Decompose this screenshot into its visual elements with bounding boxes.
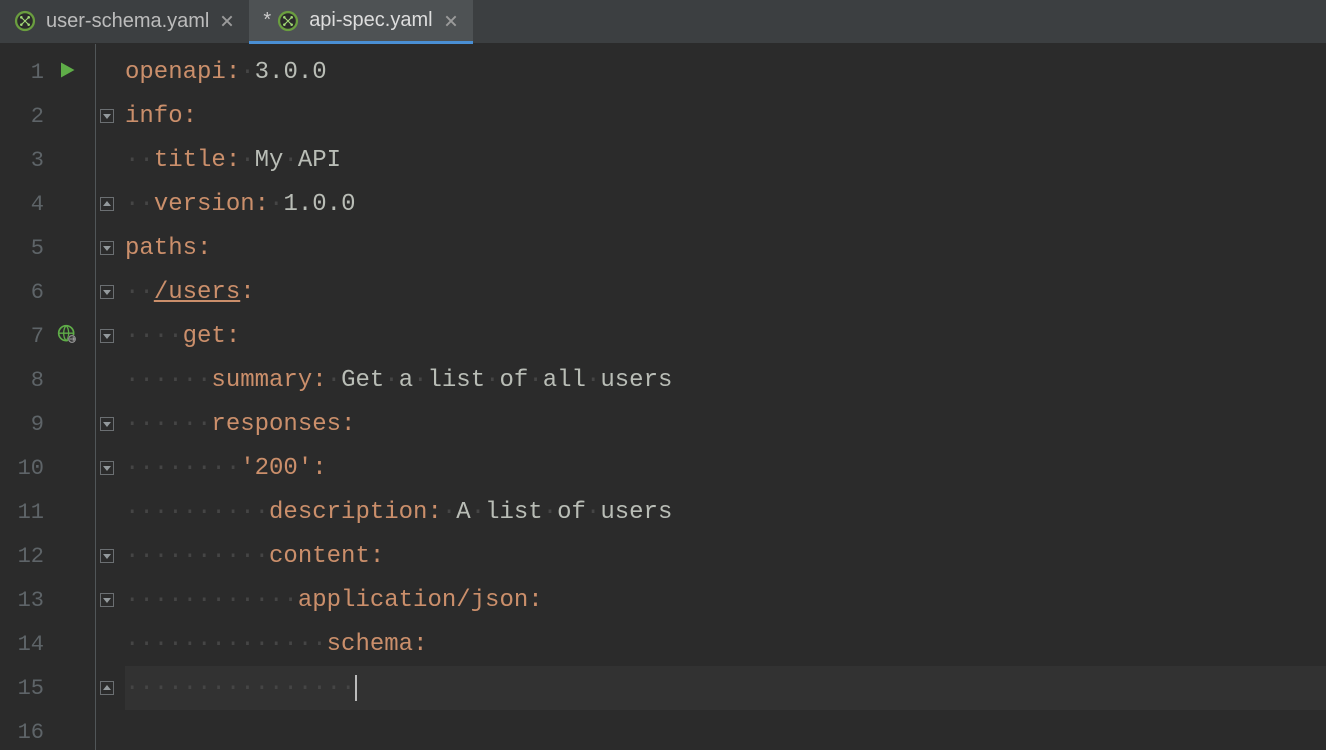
code-line[interactable]: ··············schema: [125, 622, 1326, 666]
tab-bar: user-schema.yaml * api-spec.yaml [0, 0, 1326, 44]
fold-toggle[interactable] [100, 329, 114, 343]
close-icon[interactable] [443, 13, 459, 29]
run-icon[interactable] [58, 61, 76, 84]
code-line[interactable]: ··version:·1.0.0 [125, 182, 1326, 226]
editor: 12345678910111213141516 openapi:·3.0.0in… [0, 44, 1326, 750]
gutter: 12345678910111213141516 [0, 44, 95, 750]
code-line[interactable]: ················ [125, 666, 1326, 710]
tab-label: api-spec.yaml [309, 9, 432, 32]
line-number[interactable]: 1 [0, 60, 50, 85]
code-line[interactable]: ····get: [125, 314, 1326, 358]
code-line[interactable]: ······responses: [125, 402, 1326, 446]
endpoint-icon[interactable] [57, 324, 77, 349]
line-number[interactable]: 16 [0, 720, 50, 745]
modified-indicator: * [263, 9, 271, 32]
code-line[interactable]: ··········content: [125, 534, 1326, 578]
code-line[interactable]: ··········description:·A·list·of·users [125, 490, 1326, 534]
tab-api-spec-yaml[interactable]: * api-spec.yaml [249, 0, 472, 44]
fold-toggle[interactable] [100, 109, 114, 123]
tab-label: user-schema.yaml [46, 10, 209, 33]
fold-toggle[interactable] [100, 593, 114, 607]
close-icon[interactable] [219, 13, 235, 29]
code-line[interactable]: paths: [125, 226, 1326, 270]
swagger-icon [277, 10, 299, 32]
line-number[interactable]: 12 [0, 544, 50, 569]
code-line[interactable]: info: [125, 94, 1326, 138]
line-number[interactable]: 2 [0, 104, 50, 129]
fold-toggle[interactable] [100, 681, 114, 695]
code-line[interactable]: openapi:·3.0.0 [125, 50, 1326, 94]
code-line[interactable]: ········'200': [125, 446, 1326, 490]
line-number[interactable]: 10 [0, 456, 50, 481]
code-line[interactable]: ··title:·My·API [125, 138, 1326, 182]
line-number[interactable]: 8 [0, 368, 50, 393]
code-line[interactable]: ··/users: [125, 270, 1326, 314]
swagger-icon [14, 10, 36, 32]
fold-toggle[interactable] [100, 285, 114, 299]
fold-toggle[interactable] [100, 549, 114, 563]
line-number[interactable]: 5 [0, 236, 50, 261]
line-number[interactable]: 3 [0, 148, 50, 173]
code-line[interactable]: ······summary:·Get·a·list·of·all·users [125, 358, 1326, 402]
line-number[interactable]: 7 [0, 324, 50, 349]
line-number[interactable]: 13 [0, 588, 50, 613]
code-area[interactable]: openapi:·3.0.0info:··title:·My·API··vers… [117, 44, 1326, 750]
fold-toggle[interactable] [100, 197, 114, 211]
line-number[interactable]: 15 [0, 676, 50, 701]
fold-toggle[interactable] [100, 241, 114, 255]
code-line[interactable]: ············application/json: [125, 578, 1326, 622]
line-number[interactable]: 6 [0, 280, 50, 305]
caret [355, 675, 357, 701]
tab-user-schema-yaml[interactable]: user-schema.yaml [0, 0, 249, 42]
fold-column [95, 44, 117, 750]
line-number[interactable]: 11 [0, 500, 50, 525]
line-number[interactable]: 4 [0, 192, 50, 217]
fold-toggle[interactable] [100, 461, 114, 475]
line-number[interactable]: 9 [0, 412, 50, 437]
code-line[interactable] [125, 710, 1326, 750]
line-number[interactable]: 14 [0, 632, 50, 657]
fold-toggle[interactable] [100, 417, 114, 431]
